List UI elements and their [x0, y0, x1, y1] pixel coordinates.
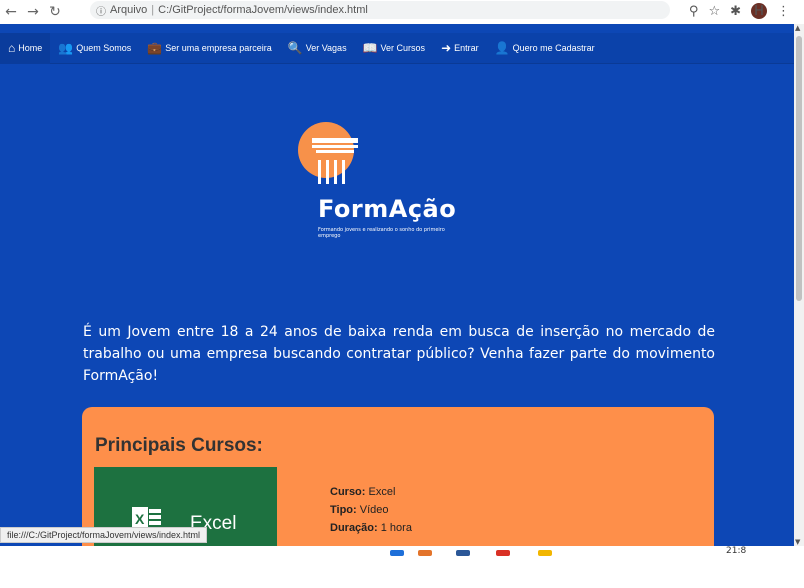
address-bar[interactable]: ⓘ Arquivo | C:/GitProject/formaJovem/vie…	[90, 1, 670, 19]
nav-item-home[interactable]: ⌂ Home	[0, 32, 51, 64]
link-status-bar: file:///C:/GitProject/formaJovem/views/i…	[0, 527, 208, 543]
intro-text: É um Jovem entre 18 a 24 anos de baixa r…	[83, 324, 715, 384]
logo-title: FormAção	[318, 195, 457, 223]
avatar-initial: H	[754, 3, 764, 19]
user-plus-icon: 👤	[494, 41, 510, 55]
course-info: Curso: Excel Tipo: Vídeo Duração: 1 hora	[330, 483, 412, 537]
logo-tagline: Formando jovens e realizando o sonho do …	[318, 227, 445, 239]
users-icon: 👥	[58, 41, 74, 55]
nav-item-quem-somos[interactable]: 👥 Quem Somos	[50, 33, 139, 64]
address-url: C:/GitProject/formaJovem/views/index.htm…	[158, 4, 368, 16]
avatar[interactable]: H	[751, 3, 767, 19]
scroll-up-icon[interactable]: ▲	[795, 24, 800, 32]
nav-item-label: Home	[18, 43, 43, 53]
nav-item-label: Ver Vagas	[305, 43, 347, 53]
nav-item-label: Ver Cursos	[380, 43, 426, 53]
course-name-row: Curso: Excel	[330, 483, 412, 501]
course-duration-value: 1 hora	[380, 522, 412, 534]
nav-item-ver-cursos[interactable]: 📖 Ver Cursos	[355, 33, 433, 64]
courses-card: Principais Cursos: X Excel Curso: Excel …	[82, 407, 714, 546]
taskbar-app-icon[interactable]	[456, 550, 470, 556]
scrollbar-thumb[interactable]	[796, 36, 802, 301]
formacao-logo: FormAção Formando jovens e realizando o …	[298, 122, 468, 257]
page-viewport: ⌂ Home 👥 Quem Somos 💼 Ser uma empresa pa…	[0, 24, 794, 546]
nav-item-ver-vagas[interactable]: 🔍 Ver Vagas	[280, 33, 355, 64]
nav-item-empresa-parceira[interactable]: 💼 Ser uma empresa parceira	[139, 33, 280, 64]
course-type-row: Tipo: Vídeo	[330, 501, 412, 519]
nav-item-label: Quero me Cadastrar	[512, 43, 595, 53]
main-navbar: ⌂ Home 👥 Quem Somos 💼 Ser uma empresa pa…	[0, 32, 794, 64]
book-reader-icon: 📖	[362, 41, 378, 55]
menu-kebab-icon[interactable]: ⋮	[777, 4, 790, 19]
extensions-icon[interactable]: ✱	[730, 4, 741, 19]
course-duration-row: Duração: 1 hora	[330, 519, 412, 537]
briefcase-icon: 💼	[147, 41, 163, 55]
reload-icon[interactable]: ↻	[44, 2, 66, 22]
browser-toolbar: ← → ↻ ⓘ Arquivo | C:/GitProject/formaJov…	[0, 0, 804, 24]
taskbar-app-icon[interactable]	[496, 550, 510, 556]
address-separator: |	[151, 4, 155, 16]
zoom-icon[interactable]: ⚲	[689, 4, 699, 19]
scroll-down-icon[interactable]: ▼	[795, 538, 800, 546]
course-type-value: Vídeo	[359, 504, 389, 516]
courses-heading: Principais Cursos:	[95, 435, 263, 456]
nav-item-label: Entrar	[454, 43, 479, 53]
bookmark-star-icon[interactable]: ☆	[708, 4, 720, 19]
back-icon[interactable]: ←	[0, 2, 22, 22]
nav-item-cadastrar[interactable]: 👤 Quero me Cadastrar	[487, 33, 603, 64]
nav-item-label: Ser uma empresa parceira	[165, 43, 272, 53]
svg-text:X: X	[135, 511, 145, 527]
os-taskbar: 21:8	[0, 546, 804, 588]
info-icon[interactable]: ⓘ	[96, 3, 106, 18]
page-scrollbar[interactable]: ▲ ▼	[794, 24, 804, 546]
search-icon: 🔍	[287, 41, 303, 55]
taskbar-app-icon[interactable]	[390, 550, 404, 556]
home-icon: ⌂	[8, 41, 16, 55]
nav-item-label: Quem Somos	[76, 43, 132, 53]
sign-in-icon: ➜	[441, 41, 452, 55]
taskbar-app-icon[interactable]	[418, 550, 432, 556]
nav-item-entrar[interactable]: ➜ Entrar	[433, 33, 487, 64]
course-name-value: Excel	[368, 486, 396, 498]
forward-icon[interactable]: →	[22, 2, 44, 22]
address-prefix: Arquivo	[110, 4, 148, 16]
course-name-label: Curso:	[330, 486, 366, 498]
course-type-label: Tipo:	[330, 504, 357, 516]
taskbar-clock: 21:8	[726, 546, 747, 556]
pillar-icon	[312, 138, 358, 184]
taskbar-app-icon[interactable]	[538, 550, 552, 556]
course-duration-label: Duração:	[330, 522, 378, 534]
